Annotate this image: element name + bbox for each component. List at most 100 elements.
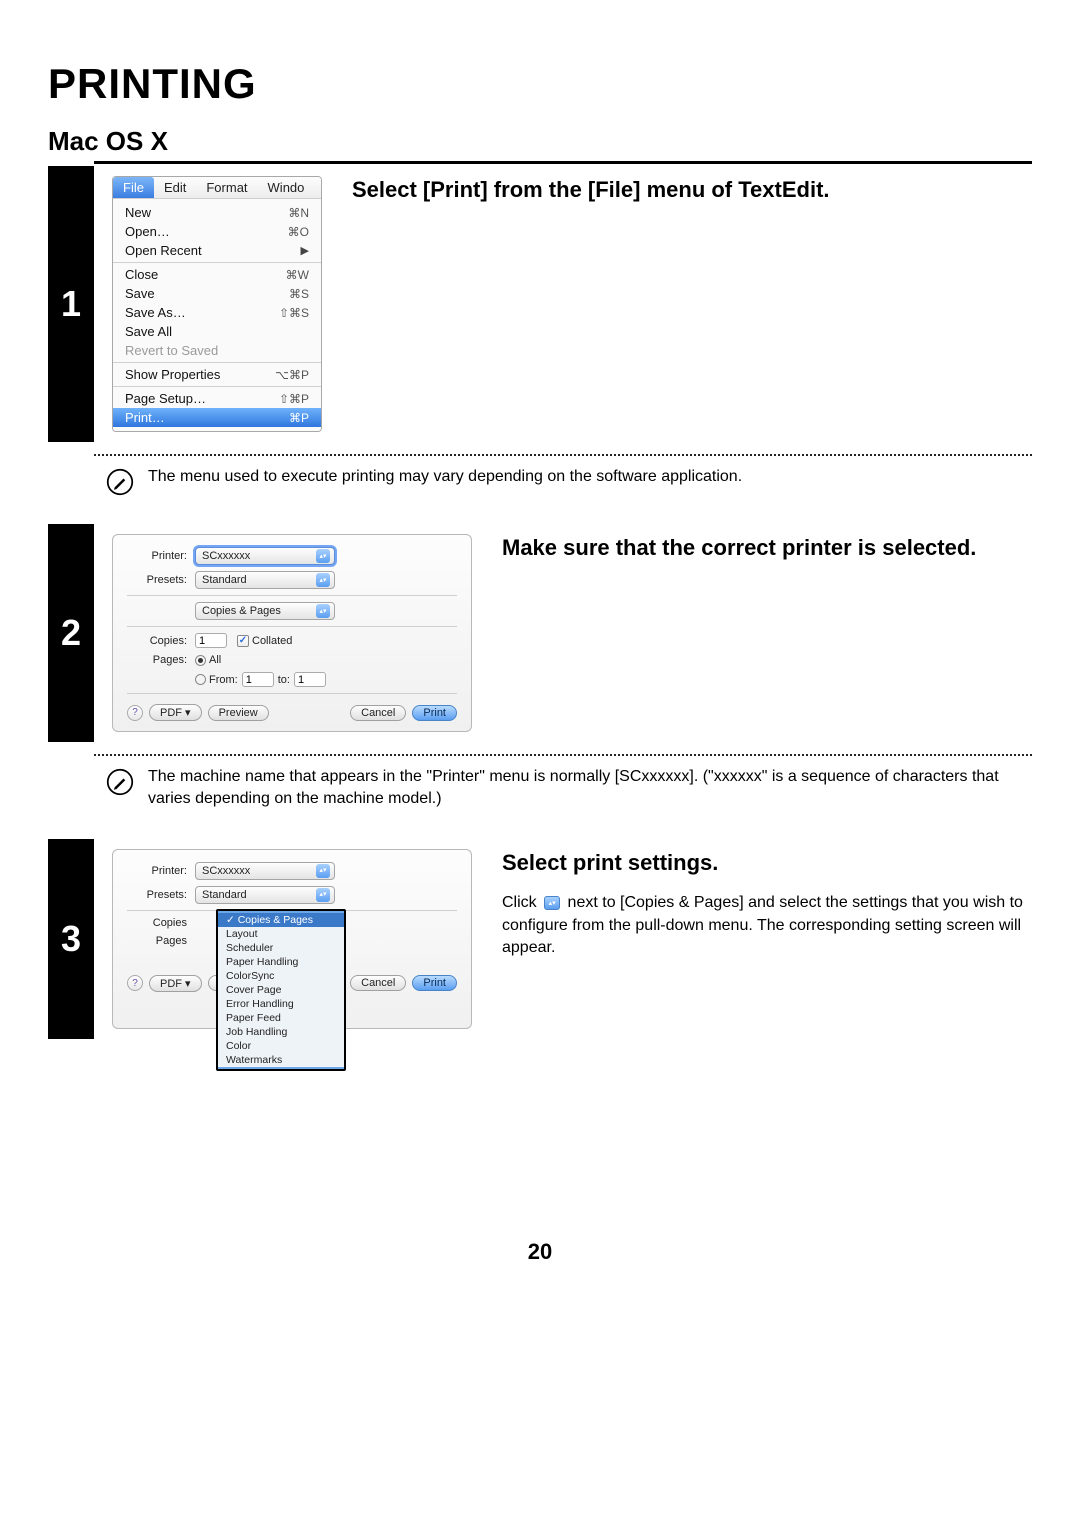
- printer-select[interactable]: SCxxxxxx ▴▾: [195, 862, 335, 880]
- file-menu-list: New⌘N Open…⌘O Open Recent▶ Close⌘W Save⌘…: [113, 199, 321, 431]
- step-3: 3 Printer: SCxxxxxx ▴▾ Presets:: [48, 839, 1032, 1039]
- menubar-item-file[interactable]: File: [113, 177, 154, 198]
- pages-label: Pages:: [127, 654, 195, 666]
- step1-note-text: The menu used to execute printing may va…: [148, 466, 742, 488]
- note-pencil-icon: [106, 468, 134, 496]
- step2-image-print-dialog: Printer: SCxxxxxx ▴▾ Presets: Standard ▴…: [112, 534, 472, 732]
- cancel-button[interactable]: Cancel: [350, 705, 406, 721]
- presets-select[interactable]: Standard ▴▾: [195, 571, 335, 589]
- help-icon[interactable]: ?: [127, 705, 143, 721]
- printer-label: Printer:: [127, 550, 195, 562]
- dropdown-item-paper-feed[interactable]: Paper Feed: [218, 1011, 344, 1025]
- step3-heading: Select print settings.: [502, 849, 1032, 877]
- rule: [94, 161, 1032, 164]
- file-menu-new[interactable]: New⌘N: [113, 203, 321, 222]
- menu-separator: [113, 262, 321, 263]
- step2-heading: Make sure that the correct printer is se…: [502, 534, 1032, 562]
- file-menu-print[interactable]: Print…⌘P: [113, 408, 321, 427]
- printer-label: Printer:: [127, 865, 195, 877]
- pages-from-input[interactable]: [242, 672, 274, 687]
- presets-select-value: Standard: [202, 889, 247, 901]
- select-caret-icon: ▴▾: [316, 549, 330, 563]
- copies-input[interactable]: [195, 633, 227, 648]
- section-select-value: Copies & Pages: [202, 605, 281, 617]
- step1-note: The menu used to execute printing may va…: [106, 466, 1022, 496]
- copies-label: Copies:: [127, 635, 195, 647]
- dropdown-item-scheduler[interactable]: Scheduler: [218, 941, 344, 955]
- checkbox-checked-icon: ✓: [237, 635, 249, 647]
- menubar-item-window[interactable]: Windo: [258, 177, 315, 198]
- select-caret-icon: ▴▾: [316, 864, 330, 878]
- page-number: 20: [48, 1239, 1032, 1265]
- file-menu-close[interactable]: Close⌘W: [113, 265, 321, 284]
- step3-desc: Click ▴▾ next to [Copies & Pages] and se…: [502, 892, 1032, 959]
- preview-button[interactable]: Preview: [208, 705, 269, 721]
- menubar-item-edit[interactable]: Edit: [154, 177, 196, 198]
- file-menu-save-as[interactable]: Save As…⇧⌘S: [113, 303, 321, 322]
- pages-to-label: to:: [278, 674, 290, 686]
- pdf-button[interactable]: PDF ▾: [149, 704, 202, 721]
- dotted-separator: [94, 754, 1032, 756]
- collated-label: Collated: [252, 635, 292, 647]
- printer-select[interactable]: SCxxxxxx ▴▾: [195, 547, 335, 565]
- dropdown-item-layout[interactable]: Layout: [218, 927, 344, 941]
- step-1: 1 File Edit Format Windo New⌘N Open…⌘O: [48, 166, 1032, 442]
- dropdown-item-color[interactable]: Color: [218, 1039, 344, 1053]
- select-caret-icon: ▴▾: [544, 896, 560, 910]
- file-menu-open[interactable]: Open…⌘O: [113, 222, 321, 241]
- note-pencil-icon: [106, 768, 134, 796]
- section-dropdown-open[interactable]: Copies & Pages Layout Scheduler Paper Ha…: [216, 909, 346, 1071]
- menu-separator: [113, 386, 321, 387]
- file-menu-page-setup[interactable]: Page Setup…⇧⌘P: [113, 389, 321, 408]
- radio-from[interactable]: [195, 674, 206, 685]
- radio-all[interactable]: [195, 655, 206, 666]
- dropdown-item-colorsync[interactable]: ColorSync: [218, 969, 344, 983]
- printer-select-value: SCxxxxxx: [202, 550, 250, 562]
- dialog-separator: [127, 626, 457, 627]
- step-2: 2 Printer: SCxxxxxx ▴▾ Presets:: [48, 524, 1032, 742]
- file-menu-save[interactable]: Save⌘S: [113, 284, 321, 303]
- page-title: PRINTING: [48, 60, 1032, 108]
- step-number-1: 1: [48, 166, 94, 442]
- dropdown-item-cover-page[interactable]: Cover Page: [218, 983, 344, 997]
- step-number-3: 3: [48, 839, 94, 1039]
- pages-to-input[interactable]: [294, 672, 326, 687]
- dialog-separator: [127, 693, 457, 694]
- pdf-button[interactable]: PDF ▾: [149, 975, 202, 992]
- file-menu-open-recent[interactable]: Open Recent▶: [113, 241, 321, 260]
- presets-select[interactable]: Standard ▴▾: [195, 886, 335, 904]
- step-number-2: 2: [48, 524, 94, 742]
- dropdown-item-watermarks[interactable]: Watermarks: [218, 1053, 344, 1067]
- help-icon[interactable]: ?: [127, 975, 143, 991]
- print-button[interactable]: Print: [412, 705, 457, 721]
- collated-checkbox[interactable]: ✓ Collated: [237, 635, 292, 647]
- section-select[interactable]: Copies & Pages ▴▾: [195, 602, 335, 620]
- dropdown-item-error-handling[interactable]: Error Handling: [218, 997, 344, 1011]
- dotted-separator: [94, 454, 1032, 456]
- step2-note: The machine name that appears in the "Pr…: [106, 766, 1022, 811]
- dialog-separator: [127, 595, 457, 596]
- menu-separator: [113, 362, 321, 363]
- select-caret-icon: ▴▾: [316, 604, 330, 618]
- presets-select-value: Standard: [202, 574, 247, 586]
- step2-note-text: The machine name that appears in the "Pr…: [148, 766, 1022, 811]
- page-subtitle: Mac OS X: [48, 126, 1032, 157]
- file-menu-show-properties[interactable]: Show Properties⌥⌘P: [113, 365, 321, 384]
- copies-label: Copies: [127, 917, 195, 929]
- select-caret-icon: ▴▾: [316, 888, 330, 902]
- pages-from-label: From:: [209, 674, 238, 686]
- menubar-item-format[interactable]: Format: [196, 177, 257, 198]
- step1-image-file-menu: File Edit Format Windo New⌘N Open…⌘O Ope…: [112, 176, 322, 432]
- dropdown-item-copies-pages[interactable]: Copies & Pages: [218, 913, 344, 927]
- print-dialog: Printer: SCxxxxxx ▴▾ Presets: Standard ▴…: [112, 534, 472, 732]
- step1-heading: Select [Print] from the [File] menu of T…: [352, 176, 1032, 204]
- print-button[interactable]: Print: [412, 975, 457, 991]
- page: PRINTING Mac OS X 1 File Edit Format Win…: [0, 0, 1080, 1305]
- cancel-button[interactable]: Cancel: [350, 975, 406, 991]
- pages-all-label: All: [209, 654, 221, 666]
- dropdown-item-paper-handling[interactable]: Paper Handling: [218, 955, 344, 969]
- file-menu: File Edit Format Windo New⌘N Open…⌘O Ope…: [112, 176, 322, 432]
- chevron-right-icon: ▶: [301, 244, 309, 257]
- file-menu-save-all[interactable]: Save All: [113, 322, 321, 341]
- dropdown-item-job-handling[interactable]: Job Handling: [218, 1025, 344, 1039]
